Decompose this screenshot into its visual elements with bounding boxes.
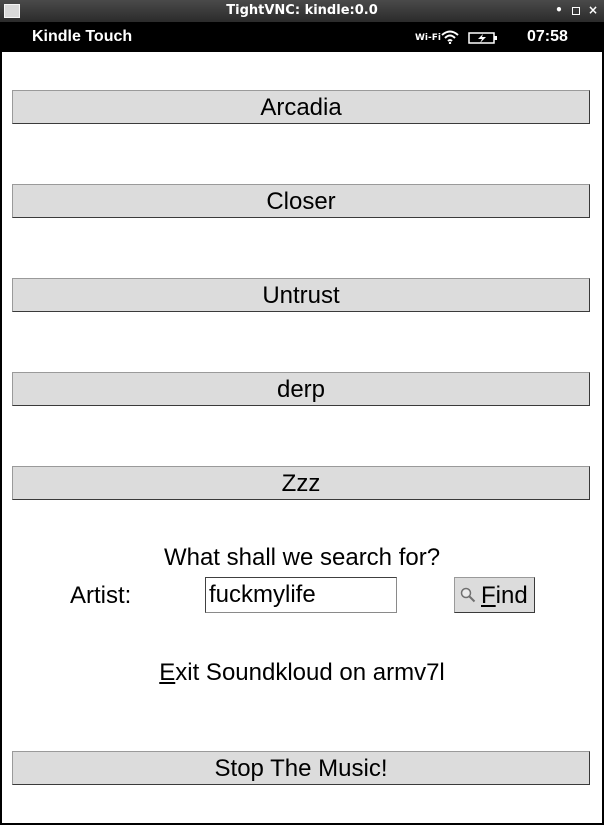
find-button-label: Find xyxy=(481,582,528,609)
device-name: Kindle Touch xyxy=(32,28,133,45)
wifi-label: Wi-Fi xyxy=(415,33,441,43)
device-statusbar: Kindle Touch Wi-Fi 07:58 xyxy=(0,22,604,52)
exit-link-label: Exit Soundkloud on armv7l xyxy=(159,659,445,686)
search-prompt: What shall we search for? xyxy=(163,544,441,571)
artist-label: Artist: xyxy=(70,582,132,609)
window-titlebar: TightVNC: kindle:0.0 • × xyxy=(0,0,604,22)
playlist-button-zzz[interactable]: Zzz xyxy=(12,466,590,500)
frame-border-left xyxy=(0,52,2,825)
battery-charging-icon xyxy=(468,32,497,44)
clock: 07:58 xyxy=(527,28,568,45)
playlist-button-closer[interactable]: Closer xyxy=(12,184,590,218)
magnifier-icon xyxy=(460,587,476,603)
minimize-icon[interactable]: • xyxy=(552,2,566,18)
playlist-button-arcadia[interactable]: Arcadia xyxy=(12,90,590,124)
artist-search-input[interactable] xyxy=(205,577,397,613)
stop-music-button[interactable]: Stop The Music! xyxy=(12,751,590,785)
close-icon[interactable]: × xyxy=(586,2,600,18)
exit-link[interactable]: Exit Soundkloud on armv7l xyxy=(0,659,604,687)
window-title: TightVNC: kindle:0.0 xyxy=(226,3,378,18)
playlist-button-derp[interactable]: derp xyxy=(12,372,590,406)
wifi-icon xyxy=(441,30,459,44)
playlist-button-untrust[interactable]: Untrust xyxy=(12,278,590,312)
find-button[interactable]: Find xyxy=(454,577,535,613)
maximize-icon[interactable] xyxy=(569,2,583,18)
